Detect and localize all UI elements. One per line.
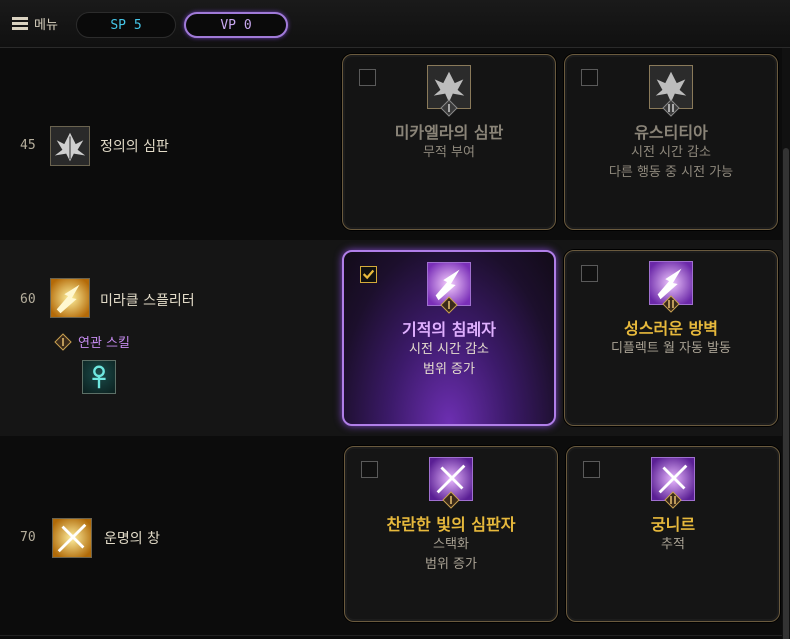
hamburger-icon bbox=[12, 17, 28, 30]
tripod-card-radiant-judge[interactable]: 찬란한 빛의 심판자 스택화 범위 증가 bbox=[344, 446, 558, 622]
tripod-checkbox[interactable] bbox=[359, 69, 376, 86]
tripod-checkbox[interactable] bbox=[581, 69, 598, 86]
rank-two-icon bbox=[662, 295, 680, 313]
menu-label: 메뉴 bbox=[34, 18, 58, 33]
tripod-checkbox-checked[interactable] bbox=[360, 266, 377, 283]
tripod-title: 유스티티아 bbox=[634, 123, 708, 142]
tripod-desc: 스택화 범위 증가 bbox=[425, 537, 477, 572]
tripod-card-justitia[interactable]: 유스티티아 시전 시간 감소 다른 행동 중 시전 가능 bbox=[564, 54, 778, 230]
skill-level: 60 bbox=[20, 292, 36, 307]
skill-name: 운명의 창 bbox=[104, 531, 160, 547]
skill-name: 미라클 스플리터 bbox=[100, 293, 195, 309]
top-bar: 메뉴 SP 5 VP 0 bbox=[0, 0, 790, 48]
vp-counter: VP 0 bbox=[184, 12, 288, 38]
related-skill: 연관 스킬 bbox=[54, 332, 130, 351]
sp-counter: SP 5 bbox=[76, 12, 176, 38]
skill-name: 정의의 심판 bbox=[100, 139, 169, 155]
rank-two-icon bbox=[662, 99, 680, 117]
skill-row-70: 70 운명의 창 찬란한 빛의 심판자 스택화 범위 증가 궁니르 추적 bbox=[0, 436, 782, 636]
skill-level: 70 bbox=[20, 530, 36, 545]
tripod-desc: 추적 bbox=[661, 537, 685, 552]
rank-one-icon bbox=[442, 491, 460, 509]
rank-one-icon bbox=[54, 332, 72, 351]
skill-row-45: 45 정의의 심판 미카엘라의 심판 무적 부여 유스티티아 시전 시간 감소 … bbox=[0, 48, 782, 240]
rank-one-icon bbox=[440, 99, 458, 117]
tripod-card-holy-barrier[interactable]: 성스러운 방벽 디플렉트 월 자동 발동 bbox=[564, 250, 778, 426]
rank-two-icon bbox=[664, 491, 682, 509]
tripod-title: 기적의 침례자 bbox=[402, 320, 496, 339]
tripod-desc: 시전 시간 감소 다른 행동 중 시전 가능 bbox=[608, 145, 734, 180]
tripod-card-miracle-baptist[interactable]: 기적의 침례자 시전 시간 감소 범위 증가 bbox=[342, 250, 556, 426]
ankh-icon[interactable] bbox=[82, 360, 116, 394]
tripod-card-gungnir[interactable]: 궁니르 추적 bbox=[566, 446, 780, 622]
tripod-title: 미카엘라의 심판 bbox=[394, 123, 504, 142]
skill-level: 45 bbox=[20, 138, 36, 153]
menu-button[interactable]: 메뉴 bbox=[12, 14, 58, 33]
scrollbar[interactable] bbox=[782, 48, 790, 639]
tripod-checkbox[interactable] bbox=[581, 265, 598, 282]
judgment-skill-icon[interactable] bbox=[50, 126, 90, 166]
spear-of-fate-skill-icon[interactable] bbox=[52, 518, 92, 558]
related-skill-label: 연관 스킬 bbox=[78, 336, 130, 351]
checkmark-icon bbox=[362, 269, 375, 280]
tripod-checkbox[interactable] bbox=[583, 461, 600, 478]
tripod-desc: 무적 부여 bbox=[423, 145, 475, 160]
tripod-desc: 시전 시간 감소 범위 증가 bbox=[408, 342, 490, 377]
skill-row-60: 60 미라클 스플리터 연관 스킬 기적의 침례자 시전 시간 감소 범위 증가… bbox=[0, 240, 782, 436]
tripod-title: 찬란한 빛의 심판자 bbox=[386, 515, 516, 534]
tripod-checkbox[interactable] bbox=[361, 461, 378, 478]
tripod-card-mikaela[interactable]: 미카엘라의 심판 무적 부여 bbox=[342, 54, 556, 230]
tripod-title: 궁니르 bbox=[650, 515, 696, 534]
miracle-splitter-skill-icon[interactable] bbox=[50, 278, 90, 318]
rank-one-icon bbox=[440, 296, 458, 314]
tripod-title: 성스러운 방벽 bbox=[624, 319, 718, 338]
scrollbar-thumb[interactable] bbox=[783, 148, 789, 639]
tripod-desc: 디플렉트 월 자동 발동 bbox=[610, 341, 732, 356]
